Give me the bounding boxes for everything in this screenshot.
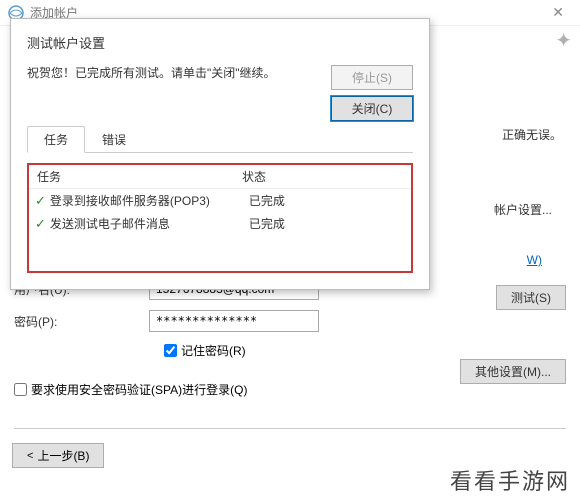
previous-button[interactable]: < 上一步(B): [12, 443, 104, 468]
remember-password-label: 记住密码(R): [181, 342, 246, 359]
other-settings-button[interactable]: 其他设置(M)...: [460, 359, 566, 384]
spa-checkbox[interactable]: [14, 383, 27, 396]
account-settings-link[interactable]: 帐户设置...: [494, 201, 552, 218]
chevron-left-icon: <: [27, 450, 33, 462]
task-name: 发送测试电子邮件消息: [50, 215, 249, 232]
task-table-spacer: [29, 235, 411, 271]
dialog-title: 测试帐户设置: [27, 33, 413, 52]
divider: [14, 428, 566, 429]
close-button[interactable]: 关闭(C): [331, 96, 413, 121]
remember-password-checkbox[interactable]: [164, 344, 177, 357]
close-icon[interactable]: ✕: [544, 4, 572, 21]
tab-tasks[interactable]: 任务: [27, 126, 85, 153]
dialog-tabs: 任务 错误: [27, 125, 413, 153]
dialog-body: 测试帐户设置 祝贺您！已完成所有测试。请单击"关闭"继续。 停止(S) 关闭(C…: [11, 19, 429, 289]
task-row: ✓ 发送测试电子邮件消息 已完成: [29, 212, 411, 235]
task-table-header: 任务 状态: [29, 165, 411, 189]
checkmark-icon: ✓: [35, 193, 46, 209]
status-column-header: 状态: [242, 168, 403, 185]
remember-password-row: 记住密码(R): [164, 342, 566, 359]
task-column-header: 任务: [37, 168, 242, 185]
password-row: 密码(P):: [14, 310, 566, 332]
w-link[interactable]: W): [527, 253, 542, 267]
stop-button[interactable]: 停止(S): [331, 65, 413, 90]
watermark: 看看手游网: [446, 462, 574, 498]
form-area: 用户名(U): 密码(P): 记住密码(R) 要求使用安全密码验证(SPA)进行…: [14, 278, 566, 429]
task-row: ✓ 登录到接收邮件服务器(POP3) 已完成: [29, 189, 411, 212]
spa-label: 要求使用安全密码验证(SPA)进行登录(Q): [31, 381, 247, 398]
tab-errors[interactable]: 错误: [85, 126, 143, 153]
task-name: 登录到接收邮件服务器(POP3): [50, 192, 249, 209]
task-status: 已完成: [249, 215, 403, 232]
previous-button-label: 上一步(B): [37, 447, 89, 464]
dialog-button-group: 停止(S) 关闭(C): [331, 65, 413, 121]
test-settings-dialog: 测试帐户设置 祝贺您！已完成所有测试。请单击"关闭"继续。 停止(S) 关闭(C…: [10, 18, 430, 290]
task-status: 已完成: [249, 192, 403, 209]
password-field[interactable]: [149, 310, 319, 332]
task-table: 任务 状态 ✓ 登录到接收邮件服务器(POP3) 已完成 ✓ 发送测试电子邮件消…: [27, 163, 413, 273]
info-text: 正确无误。: [502, 126, 562, 143]
password-label: 密码(P):: [14, 313, 149, 330]
checkmark-icon: ✓: [35, 216, 46, 232]
